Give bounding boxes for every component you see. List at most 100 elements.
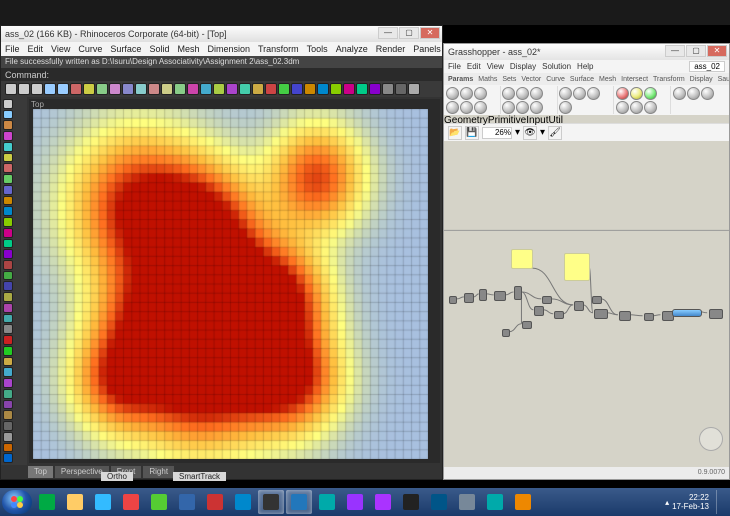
taskbar-photoshop[interactable] bbox=[314, 490, 340, 514]
rhino-side-30[interactable] bbox=[3, 421, 13, 431]
rhino-tool-18[interactable] bbox=[239, 83, 251, 95]
rhino-side-21[interactable] bbox=[3, 324, 13, 334]
rhino-titlebar[interactable]: ass_02 (166 KB) - Rhinoceros Corporate (… bbox=[1, 26, 442, 42]
rhino-tool-29[interactable] bbox=[382, 83, 394, 95]
gh-component-0-5[interactable] bbox=[474, 101, 487, 114]
gh-close-button[interactable]: ✕ bbox=[707, 45, 727, 57]
rhino-tool-7[interactable] bbox=[96, 83, 108, 95]
gh-node-16[interactable] bbox=[672, 309, 702, 317]
gh-menu-help[interactable]: Help bbox=[577, 62, 593, 71]
taskbar-clock[interactable]: 22:22 17-Feb-13 bbox=[672, 493, 709, 511]
taskbar-aftereffects[interactable] bbox=[342, 490, 368, 514]
rhino-tool-28[interactable] bbox=[369, 83, 381, 95]
rhino-close-button[interactable]: ✕ bbox=[420, 27, 440, 39]
rhino-side-8[interactable] bbox=[3, 185, 13, 195]
rhino-tool-23[interactable] bbox=[304, 83, 316, 95]
gh-node-17[interactable] bbox=[709, 309, 723, 319]
gh-node-18[interactable] bbox=[522, 321, 532, 329]
gh-node-19[interactable] bbox=[502, 329, 510, 337]
gh-tab-curve[interactable]: Curve bbox=[546, 76, 565, 83]
rhino-side-28[interactable] bbox=[3, 400, 13, 410]
rhino-side-3[interactable] bbox=[3, 131, 13, 141]
gh-component-1-2[interactable] bbox=[530, 87, 543, 100]
rhino-tool-11[interactable] bbox=[148, 83, 160, 95]
gh-sketch-icon[interactable]: 🖌 bbox=[548, 126, 562, 140]
rhino-tool-16[interactable] bbox=[213, 83, 225, 95]
rhino-side-1[interactable] bbox=[3, 110, 13, 120]
gh-component-3-5[interactable] bbox=[644, 101, 657, 114]
rhino-side-2[interactable] bbox=[3, 120, 13, 130]
rhino-tool-22[interactable] bbox=[291, 83, 303, 95]
gh-component-1-5[interactable] bbox=[530, 101, 543, 114]
gh-component-1-3[interactable] bbox=[502, 101, 515, 114]
gh-save-icon[interactable]: 💾 bbox=[465, 126, 479, 140]
rhino-tool-31[interactable] bbox=[408, 83, 420, 95]
rhino-command-input[interactable] bbox=[53, 70, 438, 80]
rhino-tool-0[interactable] bbox=[5, 83, 17, 95]
gh-component-4-1[interactable] bbox=[687, 87, 700, 100]
gh-node-9[interactable] bbox=[542, 296, 552, 304]
rhino-side-10[interactable] bbox=[3, 206, 13, 216]
rhino-side-29[interactable] bbox=[3, 410, 13, 420]
rhino-tool-17[interactable] bbox=[226, 83, 238, 95]
gh-component-0-1[interactable] bbox=[460, 87, 473, 100]
rhino-tool-6[interactable] bbox=[83, 83, 95, 95]
gh-menu-display[interactable]: Display bbox=[510, 62, 536, 71]
rhino-side-13[interactable] bbox=[3, 239, 13, 249]
ribbon-section-input[interactable]: Input bbox=[526, 115, 548, 123]
rhino-menu-surface[interactable]: Surface bbox=[110, 44, 141, 54]
gh-node-3[interactable] bbox=[494, 291, 506, 301]
viewport-canvas[interactable] bbox=[33, 109, 428, 459]
rhino-side-31[interactable] bbox=[3, 432, 13, 442]
gh-component-2-3[interactable] bbox=[559, 101, 572, 114]
rhino-viewport-top[interactable]: Top bbox=[29, 99, 440, 463]
rhino-command-line[interactable]: Command: bbox=[1, 68, 442, 81]
ribbon-section-primitive[interactable]: Primitive bbox=[488, 115, 526, 123]
rhino-max-button[interactable]: ▢ bbox=[399, 27, 419, 39]
gh-tab-mesh[interactable]: Mesh bbox=[599, 76, 616, 83]
gh-component-4-0[interactable] bbox=[673, 87, 686, 100]
gh-node-10[interactable] bbox=[574, 301, 584, 311]
rhino-tool-24[interactable] bbox=[317, 83, 329, 95]
rhino-side-32[interactable] bbox=[3, 443, 13, 453]
rhino-menu-analyze[interactable]: Analyze bbox=[336, 44, 368, 54]
gh-component-2-0[interactable] bbox=[559, 87, 572, 100]
gh-component-3-0[interactable] bbox=[616, 87, 629, 100]
rhino-tool-14[interactable] bbox=[187, 83, 199, 95]
rhino-tool-20[interactable] bbox=[265, 83, 277, 95]
gh-compass-icon[interactable] bbox=[699, 427, 723, 451]
gh-zoom-field[interactable] bbox=[482, 127, 512, 139]
taskbar-processing[interactable] bbox=[426, 490, 452, 514]
rhino-tool-13[interactable] bbox=[174, 83, 186, 95]
taskbar-premiere[interactable] bbox=[370, 490, 396, 514]
taskbar-rhino[interactable] bbox=[258, 490, 284, 514]
rhino-menu-tools[interactable]: Tools bbox=[307, 44, 328, 54]
gh-node-7[interactable] bbox=[534, 306, 544, 316]
rhino-tool-27[interactable] bbox=[356, 83, 368, 95]
gh-tab-display[interactable]: Display bbox=[690, 76, 713, 83]
taskbar-app1[interactable] bbox=[510, 490, 536, 514]
rhino-tool-25[interactable] bbox=[330, 83, 342, 95]
gh-tab-intersect[interactable]: Intersect bbox=[621, 76, 648, 83]
rhino-side-17[interactable] bbox=[3, 281, 13, 291]
system-tray[interactable]: ▴ 22:22 17-Feb-13 bbox=[661, 490, 728, 514]
rhino-tool-2[interactable] bbox=[31, 83, 43, 95]
gh-component-3-3[interactable] bbox=[616, 101, 629, 114]
gh-tab-params[interactable]: Params bbox=[448, 76, 473, 83]
taskbar-explorer[interactable] bbox=[62, 490, 88, 514]
rhino-menu-file[interactable]: File bbox=[5, 44, 20, 54]
rhino-side-5[interactable] bbox=[3, 153, 13, 163]
rhino-menu-mesh[interactable]: Mesh bbox=[177, 44, 199, 54]
gh-component-4-2[interactable] bbox=[701, 87, 714, 100]
gh-node-5[interactable] bbox=[511, 249, 533, 269]
gh-canvas[interactable] bbox=[444, 141, 729, 467]
gh-tab-maths[interactable]: Maths bbox=[478, 76, 497, 83]
rhino-menu-transform[interactable]: Transform bbox=[258, 44, 299, 54]
gh-component-3-2[interactable] bbox=[644, 87, 657, 100]
rhino-tool-4[interactable] bbox=[57, 83, 69, 95]
rhino-side-25[interactable] bbox=[3, 367, 13, 377]
rhino-menu-edit[interactable]: Edit bbox=[28, 44, 44, 54]
gh-node-12[interactable] bbox=[592, 296, 602, 304]
gh-doc-name[interactable]: ass_02 bbox=[689, 61, 725, 72]
viewport-label[interactable]: Top bbox=[31, 100, 44, 109]
